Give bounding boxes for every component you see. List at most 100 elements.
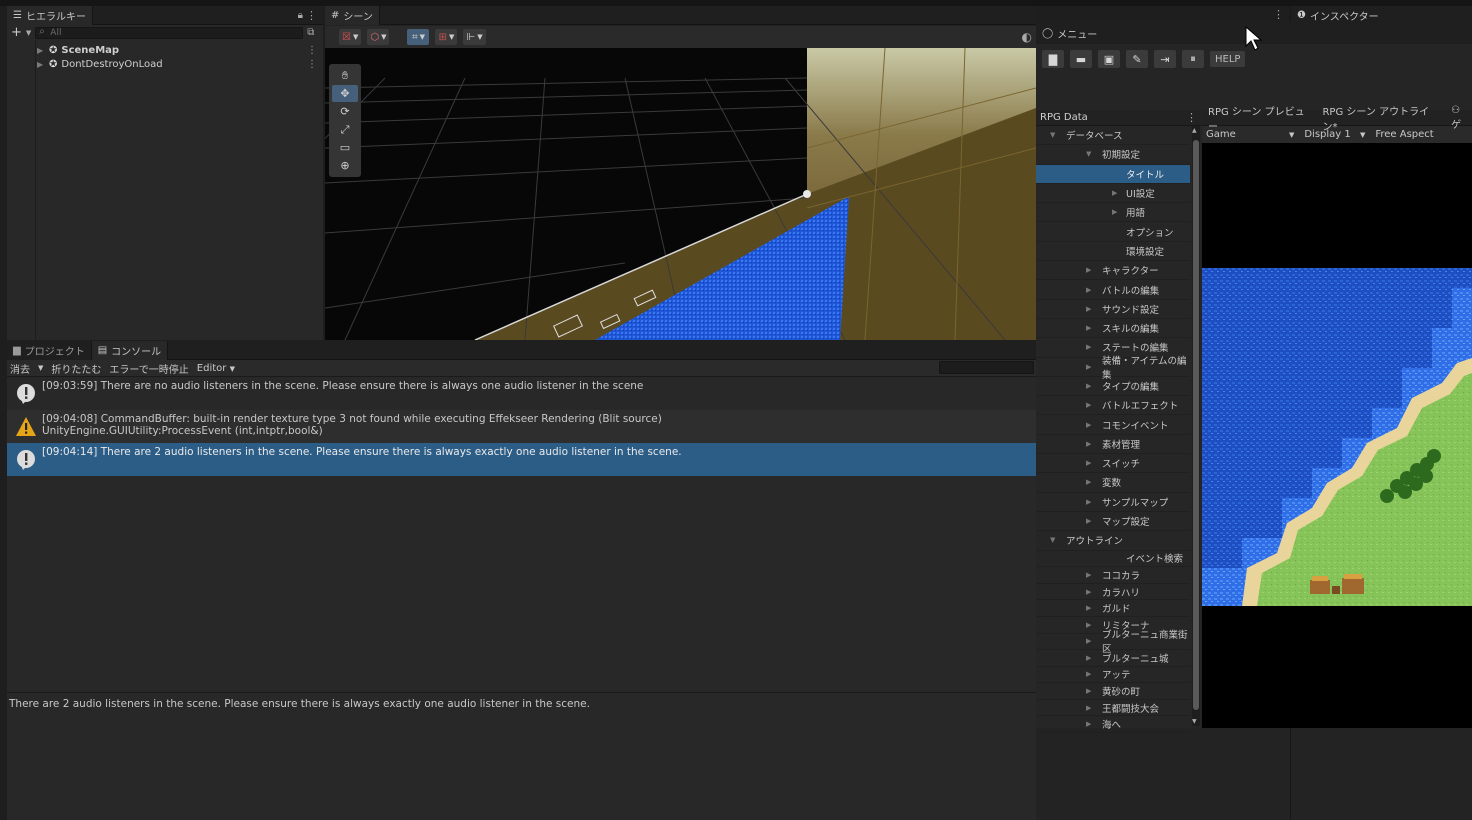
tree-item[interactable]: ▶ サウンド設定 [1036,300,1190,319]
tree-item[interactable]: ▶ ブルターニュ商業街区 [1036,630,1190,655]
lock-icon[interactable]: 🔒︎ [298,10,303,21]
expand-arrow-icon[interactable]: ▶ [1086,687,1091,695]
help-button[interactable]: HELP [1210,51,1246,67]
tree-item[interactable]: ▶ サンプルマップ [1036,493,1190,512]
tree-item[interactable]: ▼ 初期設定 [1036,145,1190,165]
expand-arrow-icon[interactable]: ▶ [1086,305,1091,313]
move-tool-icon[interactable]: ✥ [332,85,358,102]
game-mode-dropdown[interactable]: Game ▼ [1206,129,1294,140]
pivot-button[interactable]: ⌗ ▼ [407,29,430,45]
expand-arrow-icon[interactable]: ▶ [1086,401,1091,409]
scene-viewport[interactable] [325,48,1036,340]
expand-arrow-icon[interactable]: ▶ [1086,421,1091,429]
tree-item[interactable]: ▶ 黄砂の町 [1036,683,1190,700]
tree-item[interactable]: ▶ キャラクター [1036,261,1190,281]
tab-rpg-scene-preview[interactable]: RPG シーン プレビュー [1208,103,1308,133]
chevron-down-icon[interactable]: ▼ [26,29,31,37]
hierarchy-search-input[interactable]: All [35,26,304,39]
tree-item[interactable]: イベント検索 [1036,551,1190,568]
hand-tool-icon[interactable]: ✋︎ [332,67,358,84]
hierarchy-tab[interactable]: ☰ ヒエラルキー [7,5,93,25]
search-options-icon[interactable]: ⧉ [307,27,314,38]
expand-arrow-icon[interactable]: ▶ [1086,382,1091,390]
tree-item[interactable]: ▶ ココカラ [1036,567,1190,584]
tree-item[interactable]: ▶ 海へ [1036,716,1190,734]
tree-item[interactable]: ▶ 装備・アイテムの編集 [1036,356,1190,381]
tree-item[interactable]: オプション [1036,222,1190,242]
expand-arrow-icon[interactable]: ▶ [1086,363,1091,371]
tab-project[interactable]: ▆ プロジェクト [7,340,92,360]
expand-arrow-icon[interactable]: ▶ [37,46,43,55]
editor-dropdown[interactable]: Editor ▼ [197,363,235,374]
error-pause-button[interactable]: エラーで一時停止 [109,361,188,376]
console-row[interactable]: [09:04:14] There are 2 audio listeners i… [7,443,1036,476]
expand-arrow-icon[interactable]: ▶ [1086,571,1091,579]
draw-mode-button[interactable]: ☒ ▼ [339,29,362,45]
shading-button[interactable]: ⬡ ▼ [367,29,390,45]
kebab-menu-icon[interactable]: ⋮ [1273,8,1284,21]
scene-tab[interactable]: # シーン [325,5,380,25]
hierarchy-item[interactable]: ▶ ✪ DontDestroyOnLoad ⋮ [7,57,323,71]
export-button[interactable]: ⇥ [1154,50,1176,68]
display-dropdown[interactable]: Display 1 ▼ [1304,129,1365,140]
clear-button[interactable]: 消去 [10,361,30,376]
tree-item[interactable]: ▶ スイッチ [1036,454,1190,474]
rotate-tool-icon[interactable]: ⟳ [332,103,358,120]
expand-arrow-icon[interactable]: ▶ [1086,621,1091,629]
expand-arrow-icon[interactable]: ▶ [1086,459,1091,467]
expand-arrow-icon[interactable]: ▶ [1086,670,1091,678]
kebab-menu-icon[interactable]: ⋮ [307,59,317,70]
kebab-menu-icon[interactable]: ⋮ [306,9,317,22]
expand-arrow-icon[interactable]: ▶ [1086,604,1091,612]
tree-item[interactable]: ▶ マップ設定 [1036,512,1190,532]
tab-console[interactable]: ▤ コンソール [91,340,169,360]
grid-snap-button[interactable]: ⊞ ▼ [435,29,458,45]
open-folder-button[interactable]: ▬ [1070,50,1092,68]
tree-item[interactable]: ▶ タイプの編集 [1036,377,1190,397]
expand-arrow-icon[interactable]: ▶ [1086,720,1091,728]
aspect-dropdown[interactable]: Free Aspect [1375,129,1433,140]
rect-tool-icon[interactable]: ▭ [332,139,358,156]
tree-item[interactable]: ▼ データベース [1036,126,1190,146]
save-button[interactable]: ▣ [1098,50,1120,68]
expand-arrow-icon[interactable]: ▶ [1086,286,1091,294]
expand-arrow-icon[interactable]: ▶ [1086,440,1091,448]
kebab-menu-icon[interactable]: ⋮ [1186,111,1197,124]
tree-item[interactable]: ▶ UI設定 [1036,184,1190,204]
expand-arrow-icon[interactable]: ▶ [1086,324,1091,332]
chevron-down-icon[interactable]: ▼ [38,364,43,372]
console-row[interactable]: [09:03:59] There are no audio listeners … [7,377,1036,410]
expand-arrow-icon[interactable]: ▶ [1112,208,1117,216]
edit-button[interactable]: ✎ [1126,50,1148,68]
tree-item[interactable]: ▶ 変数 [1036,473,1190,493]
expand-arrow-icon[interactable]: ▶ [1086,498,1091,506]
tree-item[interactable]: 環境設定 [1036,242,1190,262]
expand-arrow-icon[interactable]: ▶ [37,60,43,69]
kebab-menu-icon[interactable]: ⋮ [307,45,317,56]
expand-arrow-icon[interactable]: ▶ [1086,343,1091,351]
transform-tool-icon[interactable]: ⊕ [332,157,358,174]
collapse-arrow-icon[interactable]: ▼ [1086,150,1091,158]
expand-arrow-icon[interactable]: ▶ [1086,588,1091,596]
tree-item[interactable]: ▼ アウトライン [1036,531,1190,551]
scroll-up-icon[interactable]: ▲ [1192,127,1197,134]
tree-item[interactable]: タイトル [1036,164,1190,184]
pause-button[interactable]: ⏸︎ [1182,50,1204,68]
tree-item[interactable]: ▶ コモンイベント [1036,415,1190,435]
tree-item[interactable]: ▶ スキルの編集 [1036,319,1190,339]
tree-item[interactable]: ▶ バトルエフェクト [1036,396,1190,416]
tab-rpg-scene-outline[interactable]: RPG シーン アウトライン* [1322,103,1437,133]
console-splitter[interactable] [7,692,1036,693]
collapse-button[interactable]: 折りたたむ [51,361,101,376]
expand-arrow-icon[interactable]: ▶ [1086,704,1091,712]
expand-arrow-icon[interactable]: ▶ [1086,517,1091,525]
tree-item[interactable]: ▶ 王都闘技大会 [1036,700,1190,717]
expand-arrow-icon[interactable]: ▶ [1086,654,1091,662]
add-icon[interactable]: + [11,25,22,40]
console-row[interactable]: [09:04:08] CommandBuffer: built-in rende… [7,410,1036,443]
refresh-icon[interactable]: ◐ [1022,30,1032,44]
tree-item[interactable]: ▶ カラハリ [1036,584,1190,601]
expand-arrow-icon[interactable]: ▶ [1086,266,1091,274]
hierarchy-item[interactable]: ▶ ✪ SceneMap ⋮ [7,43,323,57]
expand-arrow-icon[interactable]: ▶ [1086,637,1091,645]
